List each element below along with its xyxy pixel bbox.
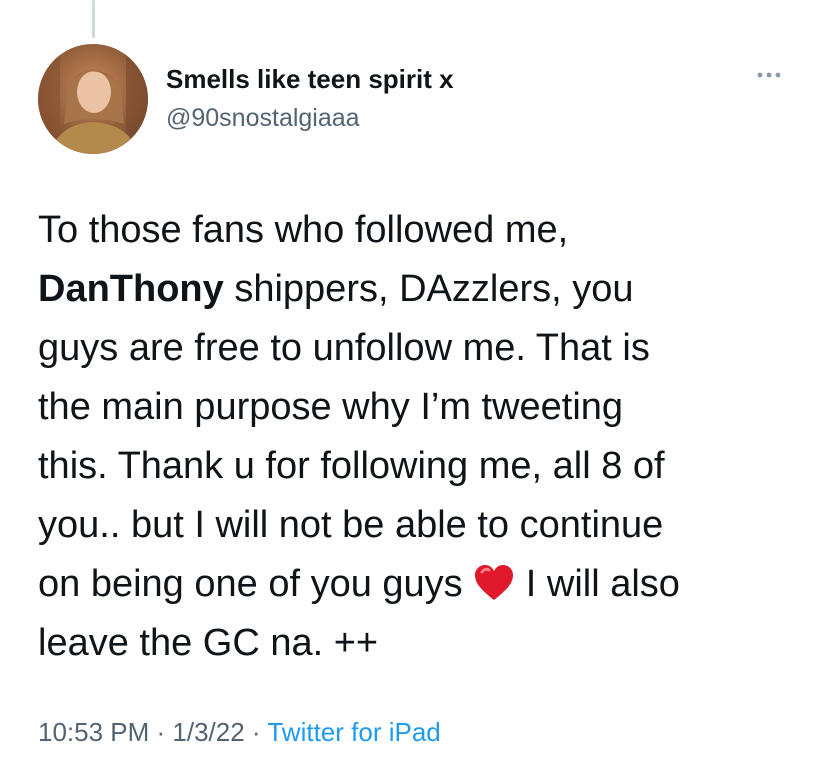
tweet-line: on being one of you guys I will also [38,555,813,614]
tweet-line-text: I will also [515,563,680,605]
tweet-source-link[interactable]: Twitter for iPad [267,717,440,747]
tweet-line: this. Thank u for following me, all 8 of [38,445,665,487]
avatar-icon [38,44,148,154]
tweet-date[interactable]: 1/3/22 [172,717,244,747]
meta-separator: · [244,717,268,747]
bold-mention: DanThony [38,268,224,310]
more-options-button[interactable] [752,63,786,87]
author-handle[interactable]: @90snostalgiaaa [166,104,360,133]
tweet-line: DanThony shippers, DAzzlers, you [38,260,813,319]
more-horizontal-icon [757,72,781,78]
tweet-line-text: shippers, DAzzlers, you [223,268,634,310]
tweet-line: the main purpose why I’m tweeting [38,386,624,428]
tweet-line: you.. but I will not be able to continue [38,504,664,546]
meta-separator: · [149,717,173,747]
tweet-body: To those fans who followed me, DanThony … [38,201,813,673]
thread-connector-line [92,0,95,38]
tweet-metadata: 10:53 PM · 1/3/22 · Twitter for iPad [38,717,441,748]
red-heart-icon [473,564,515,602]
tweet-line: guys are free to unfollow me. That is [38,327,650,369]
avatar[interactable] [38,44,148,154]
tweet-line: leave the GC na. ++ [38,622,379,664]
tweet-time[interactable]: 10:53 PM [38,717,149,747]
tweet-line: To those fans who followed me, [38,209,569,251]
author-display-name[interactable]: Smells like teen spirit x [166,64,454,95]
tweet-line-text: on being one of you guys [38,563,474,605]
